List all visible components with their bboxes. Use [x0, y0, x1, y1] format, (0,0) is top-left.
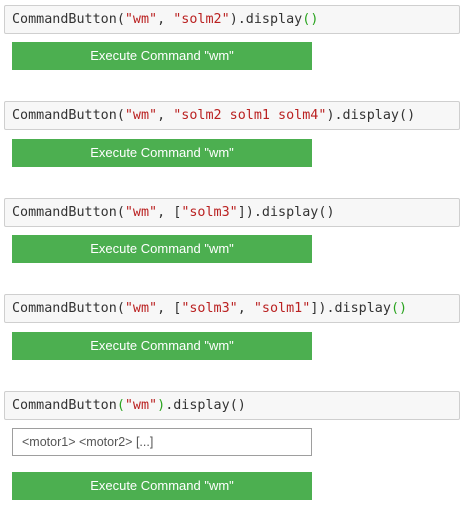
code-method: .display — [326, 301, 391, 316]
code-paren: ) — [229, 12, 238, 27]
code-paren: ( — [116, 301, 125, 316]
code-separator: , — [237, 301, 254, 316]
code-method: .display — [334, 108, 400, 123]
code-method: .display — [253, 205, 319, 220]
execute-command-button-2[interactable]: Execute Command "wm" — [12, 139, 312, 167]
code-string: "wm" — [124, 205, 158, 220]
code-paren: ) — [237, 398, 246, 413]
code-paren: ( — [116, 205, 125, 220]
code-string: "wm" — [124, 301, 158, 316]
code-cell-3[interactable]: CommandButton("wm", ["solm3"]).display() — [4, 198, 460, 227]
code-separator: , [ — [157, 301, 182, 316]
code-paren-highlight: ( — [390, 301, 399, 316]
code-paren: ]) — [310, 301, 327, 316]
code-function: CommandButton — [12, 301, 117, 316]
code-string: "solm3" — [181, 301, 238, 316]
code-string: "wm" — [124, 398, 158, 413]
execute-command-button-5[interactable]: Execute Command "wm" — [12, 472, 312, 500]
code-paren-highlight: ) — [157, 398, 166, 413]
code-function: CommandButton — [12, 12, 117, 27]
code-separator: , — [157, 108, 174, 123]
code-string: "wm" — [124, 12, 158, 27]
code-function: CommandButton — [12, 398, 117, 413]
code-paren: ( — [399, 108, 408, 123]
code-string: "wm" — [124, 108, 158, 123]
code-method: .display — [237, 12, 303, 27]
code-string: "solm2 solm1 solm4" — [173, 108, 327, 123]
code-paren-highlight: ) — [310, 12, 319, 27]
code-string: "solm1" — [253, 301, 311, 316]
code-paren: ) — [326, 108, 335, 123]
code-paren: ( — [116, 12, 125, 27]
code-cell-2[interactable]: CommandButton("wm", "solm2 solm1 solm4")… — [4, 101, 460, 130]
execute-command-button-4[interactable]: Execute Command "wm" — [12, 332, 312, 360]
code-string: "solm2" — [173, 12, 230, 27]
code-paren: ) — [326, 205, 335, 220]
code-paren-highlight: ) — [399, 301, 408, 316]
motor-arguments-input[interactable] — [12, 428, 312, 456]
code-function: CommandButton — [12, 108, 117, 123]
code-cell-1[interactable]: CommandButton("wm", "solm2").display() — [4, 5, 460, 34]
execute-command-button-3[interactable]: Execute Command "wm" — [12, 235, 312, 263]
code-paren-highlight: ( — [116, 398, 125, 413]
code-method: .display — [165, 398, 230, 413]
code-separator: , — [157, 12, 174, 27]
code-cell-4[interactable]: CommandButton("wm", ["solm3", "solm1"]).… — [4, 294, 460, 323]
code-paren: ( — [116, 108, 125, 123]
code-string: "solm3" — [181, 205, 238, 220]
code-paren: ]) — [237, 205, 254, 220]
code-cell-5[interactable]: CommandButton("wm").display() — [4, 391, 460, 420]
execute-command-button-1[interactable]: Execute Command "wm" — [12, 42, 312, 70]
code-separator: , [ — [157, 205, 182, 220]
code-paren: ( — [229, 398, 238, 413]
code-function: CommandButton — [12, 205, 117, 220]
code-paren: ) — [407, 108, 416, 123]
